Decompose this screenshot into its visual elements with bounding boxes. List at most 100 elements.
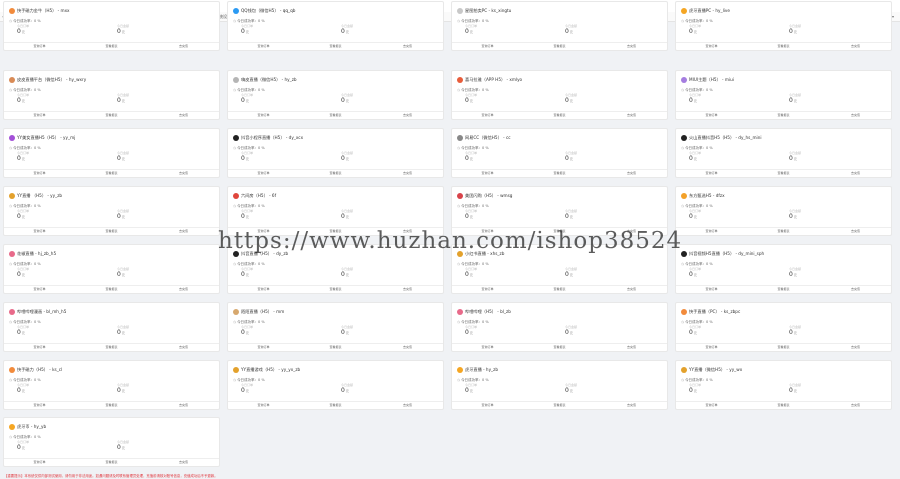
query-order-button[interactable]: 查询订单 [452, 44, 523, 49]
clock-icon: ◷ [457, 146, 461, 150]
recharge-button[interactable]: 去充值 [820, 171, 891, 176]
query-order-button[interactable]: 查询订单 [4, 287, 75, 292]
query-order-button[interactable]: 查询订单 [228, 44, 299, 49]
amount-stat: 今日金额 0元 [341, 93, 381, 105]
query-order-button[interactable]: 查询订单 [452, 171, 523, 176]
query-order-button[interactable]: 查询订单 [452, 403, 523, 408]
view-report-button[interactable]: 查看报表 [524, 44, 595, 49]
recharge-button[interactable]: 去充值 [372, 171, 443, 176]
stat-unit: 元 [121, 157, 125, 161]
recharge-button[interactable]: 去充值 [596, 113, 667, 118]
recharge-button[interactable]: 去充值 [148, 113, 219, 118]
view-report-button[interactable]: 查看报表 [748, 44, 819, 49]
query-order-button[interactable]: 查询订单 [676, 113, 747, 118]
recharge-button[interactable]: 去充值 [148, 229, 219, 234]
amount-stat: 今日金额 0元 [789, 24, 829, 36]
stat-value: 0 [17, 97, 21, 104]
recharge-button[interactable]: 去充值 [148, 345, 219, 350]
view-report-button[interactable]: 查看报表 [76, 287, 147, 292]
query-order-button[interactable]: 查询订单 [676, 403, 747, 408]
query-order-button[interactable]: 查询订单 [228, 171, 299, 176]
task-card: 快手磁力（H5） - ks_cl ◷今日成功率：0 % 今日订单 0元 今日金额 0元 查询… [3, 360, 220, 410]
stat-value: 0 [117, 271, 121, 278]
stat-value: 0 [117, 155, 121, 162]
view-report-button[interactable]: 查看报表 [300, 403, 371, 408]
view-report-button[interactable]: 查看报表 [76, 229, 147, 234]
recharge-button[interactable]: 去充值 [820, 403, 891, 408]
order-stat: 今日订单 0元 [241, 267, 281, 279]
stat-value: 0 [565, 155, 569, 162]
query-order-button[interactable]: 查询订单 [4, 229, 75, 234]
stat-value: 0 [17, 155, 21, 162]
recharge-button[interactable]: 去充值 [148, 171, 219, 176]
view-report-button[interactable]: 查看报表 [748, 345, 819, 350]
recharge-button[interactable]: 去充值 [372, 44, 443, 49]
query-order-button[interactable]: 查询订单 [228, 345, 299, 350]
view-report-button[interactable]: 查看报表 [524, 171, 595, 176]
recharge-button[interactable]: 去充值 [372, 345, 443, 350]
view-report-button[interactable]: 查看报表 [748, 229, 819, 234]
view-report-button[interactable]: 查看报表 [300, 345, 371, 350]
view-report-button[interactable]: 查看报表 [76, 403, 147, 408]
view-report-button[interactable]: 查看报表 [76, 113, 147, 118]
view-report-button[interactable]: 查看报表 [524, 287, 595, 292]
recharge-button[interactable]: 去充值 [820, 229, 891, 234]
view-report-button[interactable]: 查看报表 [524, 345, 595, 350]
view-report-button[interactable]: 查看报表 [76, 345, 147, 350]
recharge-button[interactable]: 去充值 [148, 44, 219, 49]
recharge-button[interactable]: 去充值 [148, 287, 219, 292]
query-order-button[interactable]: 查询订单 [676, 229, 747, 234]
query-order-button[interactable]: 查询订单 [228, 287, 299, 292]
stat-value: 0 [17, 28, 21, 35]
query-order-button[interactable]: 查询订单 [228, 403, 299, 408]
stat-unit: 元 [693, 389, 697, 393]
view-report-button[interactable]: 查看报表 [748, 403, 819, 408]
recharge-button[interactable]: 去充值 [596, 403, 667, 408]
query-order-button[interactable]: 查询订单 [452, 287, 523, 292]
view-report-button[interactable]: 查看报表 [76, 460, 147, 465]
view-report-button[interactable]: 查看报表 [300, 287, 371, 292]
card-footer: 查询订单 查看报表 去充值 [228, 343, 443, 351]
amount-stat: 今日金额 0元 [789, 383, 829, 395]
view-report-button[interactable]: 查看报表 [300, 113, 371, 118]
view-report-button[interactable]: 查看报表 [300, 44, 371, 49]
recharge-button[interactable]: 去充值 [596, 171, 667, 176]
view-report-button[interactable]: 查看报表 [76, 44, 147, 49]
query-order-button[interactable]: 查询订单 [4, 345, 75, 350]
view-report-button[interactable]: 查看报表 [76, 171, 147, 176]
query-order-button[interactable]: 查询订单 [4, 44, 75, 49]
query-order-button[interactable]: 查询订单 [4, 113, 75, 118]
recharge-button[interactable]: 去充值 [148, 403, 219, 408]
recharge-button[interactable]: 去充值 [596, 345, 667, 350]
recharge-button[interactable]: 去充值 [596, 287, 667, 292]
query-order-button[interactable]: 查询订单 [676, 171, 747, 176]
recharge-button[interactable]: 去充值 [148, 460, 219, 465]
query-order-button[interactable]: 查询订单 [676, 287, 747, 292]
recharge-button[interactable]: 去充值 [372, 287, 443, 292]
query-order-button[interactable]: 查询订单 [676, 345, 747, 350]
recharge-button[interactable]: 去充值 [372, 403, 443, 408]
view-report-button[interactable]: 查看报表 [748, 171, 819, 176]
query-order-button[interactable]: 查询订单 [452, 113, 523, 118]
view-report-button[interactable]: 查看报表 [300, 171, 371, 176]
query-order-button[interactable]: 查询订单 [676, 44, 747, 49]
query-order-button[interactable]: 查询订单 [228, 113, 299, 118]
query-order-button[interactable]: 查询订单 [4, 460, 75, 465]
query-order-button[interactable]: 查询订单 [4, 171, 75, 176]
task-card: 陌陌直播（H5） - mm ◷今日成功率：0 % 今日订单 0元 今日金额 0元 查询订单查… [227, 302, 444, 352]
query-order-button[interactable]: 查询订单 [452, 345, 523, 350]
recharge-button[interactable]: 去充值 [820, 113, 891, 118]
recharge-button[interactable]: 去充值 [820, 44, 891, 49]
view-report-button[interactable]: 查看报表 [524, 113, 595, 118]
recharge-button[interactable]: 去充值 [596, 44, 667, 49]
order-stat: 今日订单 0元 [465, 383, 505, 395]
view-report-button[interactable]: 查看报表 [748, 113, 819, 118]
recharge-button[interactable]: 去充值 [820, 287, 891, 292]
recharge-button[interactable]: 去充值 [820, 345, 891, 350]
stat-unit: 元 [693, 157, 697, 161]
recharge-button[interactable]: 去充值 [372, 113, 443, 118]
order-stat: 今日订单 0元 [465, 325, 505, 337]
view-report-button[interactable]: 查看报表 [748, 287, 819, 292]
view-report-button[interactable]: 查看报表 [524, 403, 595, 408]
query-order-button[interactable]: 查询订单 [4, 403, 75, 408]
